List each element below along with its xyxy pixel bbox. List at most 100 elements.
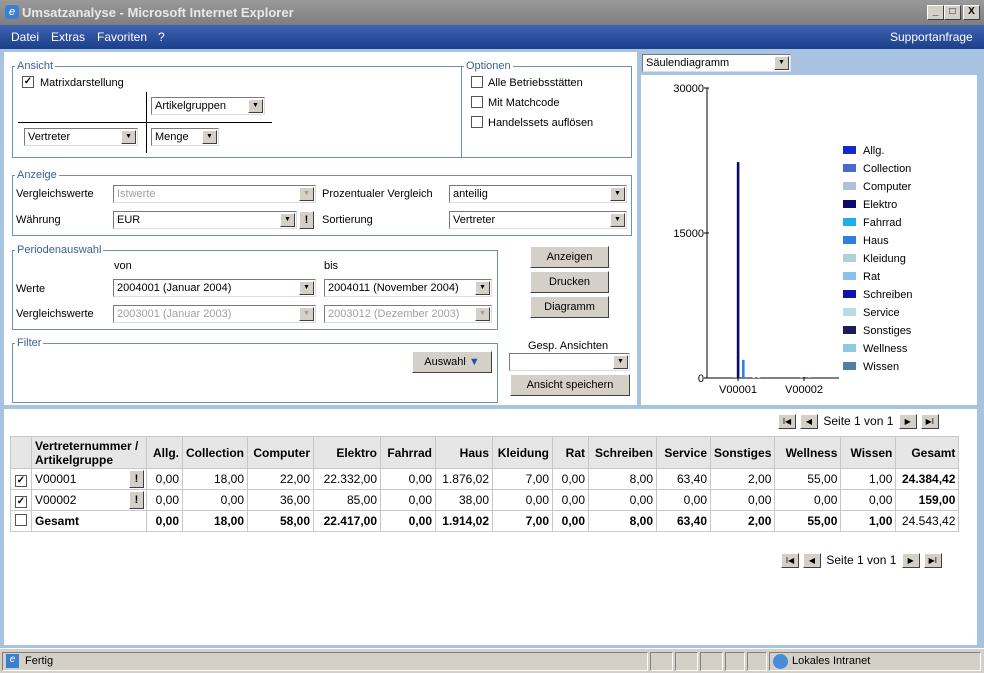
menu-datei[interactable]: Datei — [11, 25, 39, 49]
cell: 36,00 — [247, 489, 315, 511]
waehrung-select[interactable]: EUR ▼ — [113, 211, 297, 229]
waehrung-info-button[interactable]: ! — [299, 211, 314, 229]
diagramm-button[interactable]: Diagramm — [530, 296, 609, 318]
column-header[interactable]: Gesamt — [895, 436, 960, 469]
vergl-von-select[interactable]: 2003001 (Januar 2003) ▼ — [113, 305, 316, 323]
minimize-button[interactable]: _ — [927, 5, 944, 20]
option-checkbox-matchcode[interactable] — [471, 96, 483, 108]
legend-swatch — [843, 290, 856, 298]
menu-favoriten[interactable]: Favoriten — [97, 25, 147, 49]
cell: 7,00 — [492, 468, 554, 490]
legend-label: Service — [863, 307, 900, 319]
column-header[interactable]: Vertreternummer / Artikelgruppe — [31, 436, 147, 469]
werte-von-select[interactable]: 2004001 (Januar 2004) ▼ — [113, 279, 316, 297]
vergleich-select[interactable]: Istwerte ▼ — [113, 185, 316, 203]
column-header[interactable]: Kleidung — [492, 436, 554, 469]
row-name: V00002 — [35, 493, 77, 507]
cell: 8,00 — [588, 468, 658, 490]
cell: 55,00 — [774, 510, 842, 532]
next-page-button[interactable]: ▶ — [898, 414, 917, 430]
column-header[interactable]: Haus — [435, 436, 494, 469]
column-header[interactable]: Rat — [552, 436, 590, 469]
maximize-button[interactable]: □ — [944, 5, 961, 20]
option-checkbox-handelssets[interactable] — [471, 116, 483, 128]
legend-label: Collection — [863, 163, 911, 175]
row-name: V00001 — [35, 472, 77, 486]
column-header[interactable]: Service — [656, 436, 712, 469]
intranet-globe-icon — [773, 654, 788, 669]
row-checkbox[interactable]: ✓ — [15, 474, 27, 487]
column-dimension-select[interactable]: Artikelgruppen ▼ — [151, 97, 265, 115]
first-page-button[interactable]: I◀ — [781, 553, 799, 569]
row-checkbox[interactable] — [15, 513, 27, 526]
sortierung-select[interactable]: Vertreter ▼ — [449, 211, 627, 229]
legend-label: Haus — [863, 235, 889, 247]
value-select[interactable]: Menge ▼ — [151, 128, 219, 146]
window-title: Umsatzanalyse - Microsoft Internet Explo… — [22, 5, 294, 20]
gesp-ansichten-select[interactable]: ▼ — [509, 353, 630, 371]
matrix-checkbox[interactable]: ✓ — [22, 76, 34, 88]
last-page-button[interactable]: ▶I — [923, 553, 942, 569]
legend-swatch — [843, 344, 856, 352]
bis-label: bis — [324, 260, 339, 272]
column-header[interactable]: Elektro — [313, 436, 382, 469]
row-dimension-select[interactable]: Vertreter ▼ — [24, 128, 138, 146]
prev-page-button[interactable]: ◀ — [803, 553, 821, 569]
option-label: Mit Matchcode — [488, 97, 560, 109]
y-tick-label: 30000 — [673, 83, 704, 95]
column-header[interactable]: Computer — [247, 436, 315, 469]
support-link[interactable]: Supportanfrage — [890, 25, 973, 49]
cell: 0,00 — [588, 489, 658, 511]
legend-swatch — [843, 254, 856, 262]
page-indicator: Seite 1 von 1 — [823, 414, 894, 428]
column-header[interactable]: Sonstiges — [710, 436, 776, 469]
row-info-button[interactable]: ! — [129, 470, 144, 488]
auswahl-button[interactable]: Auswahl ▼ — [412, 351, 492, 373]
menu-help[interactable]: ? — [158, 25, 165, 49]
cell: 85,00 — [313, 489, 382, 511]
last-page-button[interactable]: ▶I — [920, 414, 939, 430]
bar — [752, 377, 755, 378]
close-button[interactable]: X — [963, 5, 980, 20]
cell: 0,00 — [552, 468, 590, 490]
column-header[interactable]: Collection — [181, 436, 249, 469]
menu-extras[interactable]: Extras — [51, 25, 85, 49]
menu-bar: Datei Extras Favoriten ? Supportanfrage — [0, 25, 984, 49]
first-page-button[interactable]: I◀ — [778, 414, 796, 430]
prev-page-button[interactable]: ◀ — [800, 414, 818, 430]
column-header[interactable]: Allg. — [146, 436, 183, 469]
bar — [757, 377, 761, 378]
column-header[interactable]: Schreiben — [588, 436, 658, 469]
waehrung-label: Währung — [16, 214, 61, 226]
anzeigen-button[interactable]: Anzeigen — [530, 246, 609, 268]
werte-bis-select[interactable]: 2004011 (November 2004) ▼ — [324, 279, 492, 297]
row-name: Gesamt — [35, 514, 80, 528]
legend-swatch — [843, 218, 856, 226]
cell: 0,00 — [146, 510, 183, 532]
cell: 0,00 — [492, 489, 554, 511]
legend-label: Allg. — [863, 145, 884, 157]
header-row: Vertreternummer / Artikelgruppe Allg. Coll… — [10, 436, 960, 469]
row-checkbox[interactable]: ✓ — [15, 495, 27, 508]
legend-label: Elektro — [863, 199, 897, 211]
row-info-button[interactable]: ! — [129, 491, 144, 509]
ansicht-speichern-button[interactable]: Ansicht speichern — [510, 374, 630, 396]
prozent-select[interactable]: anteilig ▼ — [449, 185, 627, 203]
table-row: ✓ V00001! 0,00 18,00 22,00 22.332,00 0,00 1.876… — [10, 468, 960, 490]
next-page-button[interactable]: ▶ — [901, 553, 920, 569]
cell: 63,40 — [656, 510, 712, 532]
option-checkbox-betriebsstaetten[interactable] — [471, 76, 483, 88]
column-header[interactable]: Wellness — [774, 436, 842, 469]
column-header[interactable]: Fahrrad — [380, 436, 437, 469]
matrix-label: Matrixdarstellung — [40, 77, 124, 89]
legend-swatch — [843, 146, 856, 154]
status-text-box: e Fertig — [2, 652, 648, 671]
chart-type-select[interactable]: Säulendiagramm ▼ — [642, 54, 791, 72]
legend-label: Wissen — [863, 361, 899, 373]
column-header[interactable]: Wissen — [840, 436, 897, 469]
drucken-button[interactable]: Drucken — [530, 271, 609, 293]
table-row: ✓ V00002! 0,00 0,00 36,00 85,00 0,00 38,00 0,00 0… — [10, 489, 960, 511]
legend-swatch — [843, 326, 856, 334]
vergl-bis-select[interactable]: 2003012 (Dezember 2003) ▼ — [324, 305, 492, 323]
title-bar: Umsatzanalyse - Microsoft Internet Explo… — [0, 0, 984, 25]
